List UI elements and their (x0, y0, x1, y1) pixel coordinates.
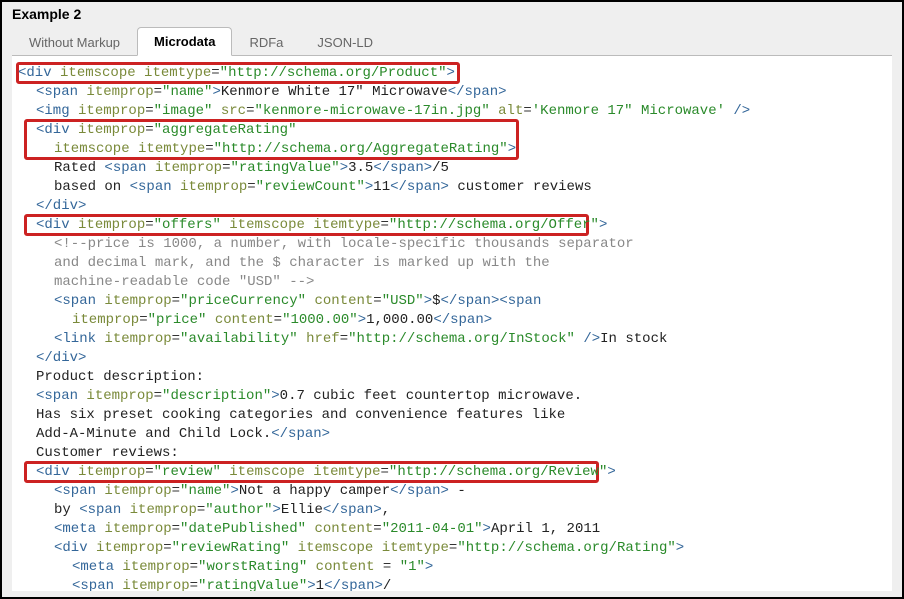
code-line: <div itemprop="review" itemscope itemtyp… (18, 463, 886, 482)
window-title: Example 2 (2, 2, 902, 26)
code-line: <div itemprop="offers" itemscope itemtyp… (18, 216, 886, 235)
code-line: and decimal mark, and the $ character is… (18, 254, 886, 273)
code-line: <span itemprop="name">Kenmore White 17" … (18, 83, 886, 102)
code-line: </div> (18, 349, 886, 368)
code-line: <div itemprop="aggregateRating" (18, 121, 886, 140)
code-line: <span itemprop="description">0.7 cubic f… (18, 387, 886, 406)
code-line: <link itemprop="availability" href="http… (18, 330, 886, 349)
tab-rdfa[interactable]: RDFa (232, 28, 300, 56)
tab-microdata[interactable]: Microdata (137, 27, 232, 56)
tab-bar: Without Markup Microdata RDFa JSON-LD (2, 26, 902, 55)
code-view: <div itemscope itemtype="http://schema.o… (12, 56, 892, 591)
code-line: based on <span itemprop="reviewCount">11… (18, 178, 886, 197)
code-line: Rated <span itemprop="ratingValue">3.5</… (18, 159, 886, 178)
code-line: <meta itemprop="worstRating" content = "… (18, 558, 886, 577)
code-line: <div itemprop="reviewRating" itemscope i… (18, 539, 886, 558)
code-line: <img itemprop="image" src="kenmore-micro… (18, 102, 886, 121)
code-line: itemscope itemtype="http://schema.org/Ag… (18, 140, 886, 159)
code-line: itemprop="price" content="1000.00">1,000… (18, 311, 886, 330)
tab-jsonld[interactable]: JSON-LD (300, 28, 390, 56)
code-line: machine-readable code "USD" --> (18, 273, 886, 292)
code-line: <span itemprop="name">Not a happy camper… (18, 482, 886, 501)
code-line: </div> (18, 197, 886, 216)
code-line: <span itemprop="ratingValue">1</span>/ (18, 577, 886, 591)
tab-without-markup[interactable]: Without Markup (12, 28, 137, 56)
code-line: <!--price is 1000, a number, with locale… (18, 235, 886, 254)
example-window: Example 2 Without Markup Microdata RDFa … (0, 0, 904, 599)
code-line: <meta itemprop="datePublished" content="… (18, 520, 886, 539)
code-line: <div itemscope itemtype="http://schema.o… (18, 64, 886, 83)
code-line: by <span itemprop="author">Ellie</span>, (18, 501, 886, 520)
code-line: Add-A-Minute and Child Lock.</span> (18, 425, 886, 444)
code-line: Has six preset cooking categories and co… (18, 406, 886, 425)
code-line: Product description: (18, 368, 886, 387)
code-line: Customer reviews: (18, 444, 886, 463)
code-line: <span itemprop="priceCurrency" content="… (18, 292, 886, 311)
